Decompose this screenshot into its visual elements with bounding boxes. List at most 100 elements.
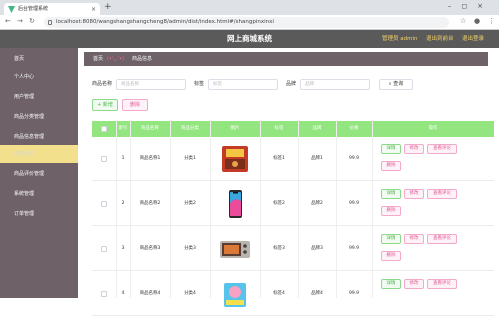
brand-search-input[interactable]: 品牌 [300,79,370,90]
site-info-icon[interactable] [48,20,52,25]
edit-button[interactable]: 修改 [404,144,424,154]
row-checkbox[interactable] [101,201,107,207]
exit-to-front-link[interactable]: 退出到前台 [426,30,454,48]
col-name: 商品名称 [141,126,159,131]
table-row: 3 商品名称3 分类3 标签3 品牌3 99.9 详情 修改 查看评论 删除 [92,227,494,271]
tab-title: 后台管理系统 [18,6,49,12]
breadcrumb: 首页 (•'◡'•) 商品信息 [84,52,488,66]
sidebar-item-product-info[interactable]: 商品信息 [0,145,78,163]
col-category: 商品分类 [181,126,199,131]
product-image-oven [220,241,250,258]
star-icon[interactable]: ☆ [460,17,466,25]
menu-icon[interactable]: ⋮ [488,17,495,25]
detail-button[interactable]: 详情 [381,189,401,199]
vue-logo-icon [8,6,15,13]
reload-icon[interactable]: ↻ [29,17,35,25]
row-name: 商品名称1 [139,156,161,161]
sidebar-item-products[interactable]: 商品信息管理 [0,128,78,146]
table-row: 2 商品名称2 分类2 标签2 品牌2 99.9 详情 修改 查看评论 删除 [92,182,494,226]
sidebar-item-system[interactable]: 系统管理 [0,185,78,203]
table-header: 索引 商品名称 商品分类 图片 标签 品牌 价格 操作 [92,121,494,137]
view-reviews-button[interactable]: 查看评论 [427,234,457,244]
product-image-food [222,146,248,172]
url-field[interactable]: localhost:8080/wangshangshangcheng8/admi… [44,17,449,28]
tag-search-input[interactable]: 标签 [208,79,278,90]
col-index: 索引 [118,126,128,131]
row-tag: 标签1 [273,156,285,161]
view-reviews-button[interactable]: 查看评论 [427,189,457,199]
edit-button[interactable]: 修改 [404,234,424,244]
row-delete-button[interactable]: 删除 [381,206,401,216]
address-bar-row: ← → ↻ localhost:8080/wangshangshangcheng… [0,15,499,30]
sidebar-item-home[interactable]: 首页 [0,50,78,68]
row-brand: 品牌4 [311,291,323,296]
row-price: 99.9 [348,246,360,251]
sidebar-item-orders[interactable]: 订单管理 [0,205,78,223]
browser-chrome: 后台管理系统 × + –◻× ← → ↻ localhost:8080/wang… [0,0,499,30]
row-checkbox[interactable] [101,246,107,252]
row-index: 4 [121,291,125,296]
view-reviews-button[interactable]: 查看评论 [427,279,457,289]
col-actions: 操作 [428,126,438,131]
edit-button[interactable]: 修改 [404,189,424,199]
breadcrumb-current: 商品信息 [132,56,153,62]
col-tag: 标签 [274,126,284,131]
breadcrumb-home[interactable]: 首页 [93,52,103,66]
name-label: 商品名称 [92,81,113,87]
row-name: 商品名称2 [139,201,161,206]
back-icon[interactable]: ← [5,17,11,25]
app-title: 网上商城系统 [227,34,272,43]
sidebar-item-reviews[interactable]: 商品评价管理 [0,165,78,183]
row-brand: 品牌1 [311,156,323,161]
row-checkbox[interactable] [101,156,107,162]
logout-link[interactable]: 退出登录 [462,30,484,48]
row-category: 分类3 [184,246,196,251]
bulk-delete-button[interactable]: 删除 [122,99,148,111]
row-delete-button[interactable]: 删除 [381,251,401,261]
table-row: 4 商品名称4 分类4 标签4 品牌4 99.9 详情 修改 查看评论 [92,272,494,316]
row-delete-button[interactable]: 删除 [381,161,401,171]
sidebar-item-profile[interactable]: 个人中心 [0,68,78,86]
row-index: 2 [121,201,125,206]
add-button[interactable]: + 新增 [92,99,118,111]
col-brand: 品牌 [312,126,322,131]
row-brand: 品牌2 [311,201,323,206]
col-image: 图片 [230,126,240,131]
edit-button[interactable]: 修改 [404,279,424,289]
view-reviews-button[interactable]: 查看评论 [427,144,457,154]
row-name: 商品名称4 [139,291,161,296]
query-button[interactable]: ⌕ 查询 [379,79,413,90]
profile-icon[interactable]: ● [474,17,480,25]
window-controls-icon[interactable]: –◻× [448,2,493,10]
row-price: 99.9 [348,156,360,161]
app-header: 网上商城系统 管理员 admin 退出到前台 退出登录 [0,30,499,48]
row-name: 商品名称3 [139,246,161,251]
detail-button[interactable]: 详情 [381,144,401,154]
row-tag: 标签4 [273,291,285,296]
row-price: 99.9 [348,291,360,296]
col-price: 价格 [349,126,359,131]
product-image-phone [229,190,242,218]
row-checkbox[interactable] [101,291,107,297]
name-search-input[interactable]: 商品名称 [116,79,186,90]
tag-label: 标签 [194,81,205,87]
detail-button[interactable]: 详情 [381,234,401,244]
sidebar-item-categories[interactable]: 商品分类管理 [0,108,78,126]
row-brand: 品牌3 [311,246,323,251]
product-image-toy [224,283,246,307]
row-category: 分类2 [184,201,196,206]
detail-button[interactable]: 详情 [381,279,401,289]
sidebar-item-users[interactable]: 用户管理 [0,88,78,106]
sidebar: 首页 个人中心 用户管理 商品分类管理 商品信息管理 商品信息 商品评价管理 系… [0,48,78,298]
breadcrumb-separator: (•'◡'•) [107,56,124,62]
user-label: 管理员 admin [382,36,418,42]
row-tag: 标签3 [273,246,285,251]
row-price: 99.9 [348,201,360,206]
row-index: 1 [121,156,125,161]
forward-icon[interactable]: → [17,17,23,25]
row-tag: 标签2 [273,201,285,206]
row-index: 3 [121,246,125,251]
new-tab-icon[interactable]: + [104,2,112,12]
brand-label: 品牌 [286,81,297,87]
select-all-checkbox[interactable] [101,126,107,132]
